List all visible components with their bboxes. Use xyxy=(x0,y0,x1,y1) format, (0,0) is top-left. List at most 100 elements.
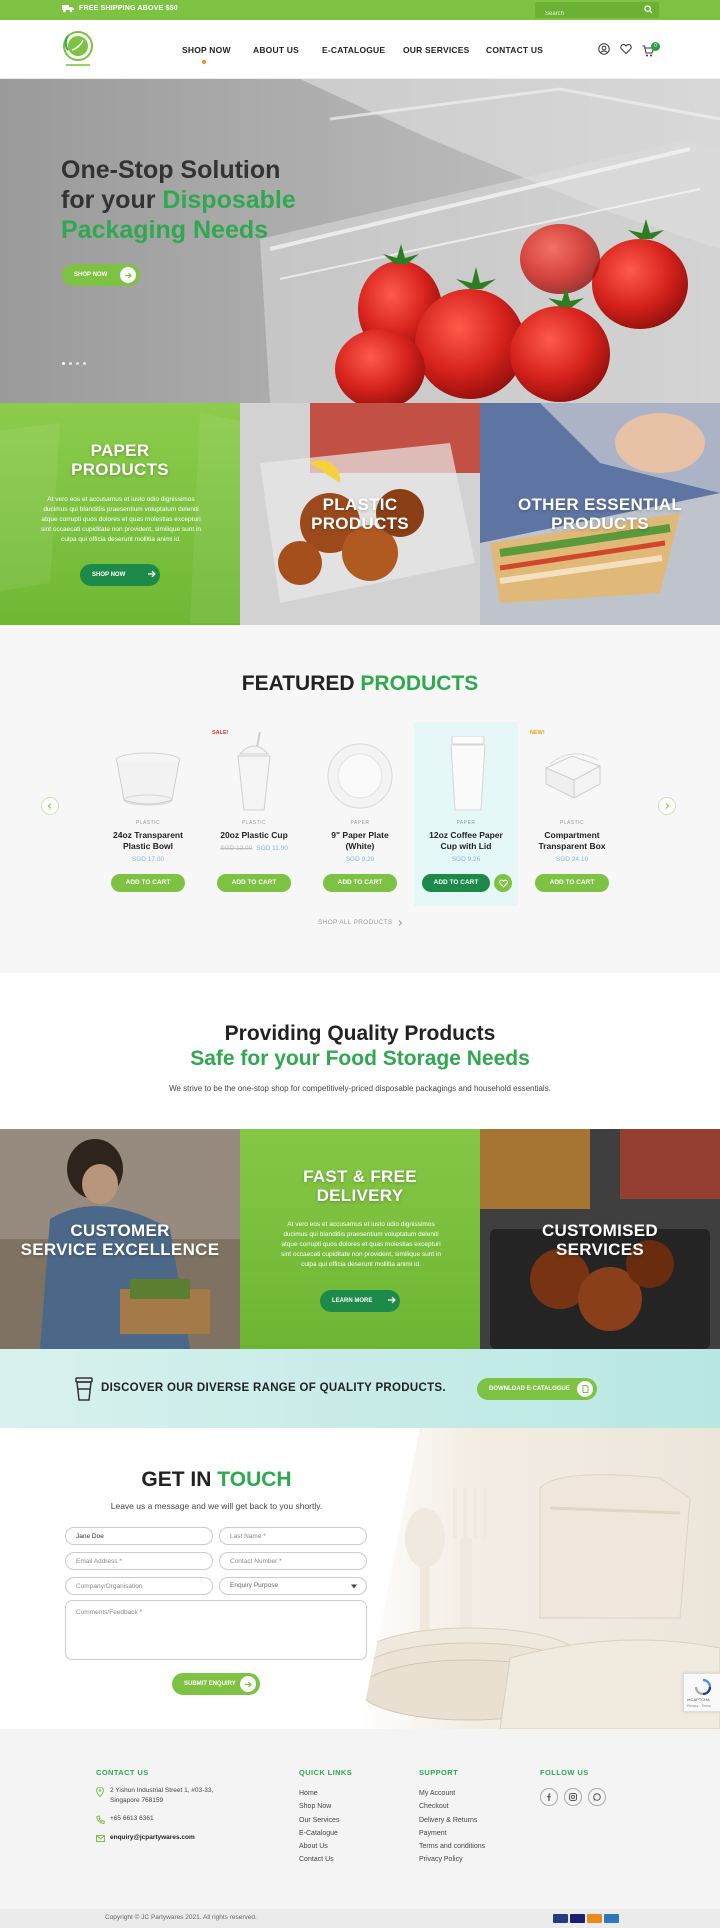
arrow-right-icon xyxy=(388,1296,396,1306)
top-bar: FREE SHIPPING ABOVE $50 xyxy=(0,0,720,22)
hero-headline: One-Stop Solution for your Disposable Pa… xyxy=(61,155,341,245)
user-account-icon[interactable] xyxy=(598,43,610,55)
add-to-wishlist-button[interactable] xyxy=(494,874,512,892)
product-name[interactable]: 20oz Plastic Cup xyxy=(202,830,306,841)
footer-phone[interactable]: +65 6613 6361 xyxy=(110,1812,154,1825)
recaptcha-terms[interactable]: Privacy - Terms xyxy=(687,1704,711,1708)
footer-contact-heading: CONTACT US xyxy=(96,1768,149,1777)
hero-shop-now-button[interactable]: SHOP NOW xyxy=(62,264,140,286)
hero-line-3: Packaging Needs xyxy=(61,216,269,244)
delivery-title-1: FAST & FREE xyxy=(303,1167,417,1186)
whatsapp-button[interactable] xyxy=(588,1788,606,1806)
first-name-field[interactable] xyxy=(65,1527,213,1545)
footer-link-checkout[interactable]: Checkout xyxy=(419,1800,485,1813)
slider-dot[interactable] xyxy=(76,362,79,365)
comments-feedback-field[interactable] xyxy=(65,1600,367,1660)
hero-line-1: One-Stop Solution xyxy=(61,156,281,184)
add-to-cart-button[interactable]: ADD TO CART xyxy=(111,874,185,892)
product-price: SGD 24.10 xyxy=(555,856,589,863)
hero-line-2: for your Disposable xyxy=(61,185,341,215)
contact-number-field[interactable] xyxy=(219,1552,367,1570)
product-card[interactable]: PLASTIC 24oz Transparent Plastic Bowl SGD… xyxy=(96,722,200,902)
instagram-button[interactable] xyxy=(564,1788,582,1806)
footer-email[interactable]: enquiry@jcpartywares.com xyxy=(110,1831,195,1844)
carousel-prev-button[interactable] xyxy=(41,797,59,815)
quality-subtext: We strive to be the one-stop shop for co… xyxy=(169,1084,551,1093)
product-name-line-1: 24oz Transparent xyxy=(113,830,183,840)
recaptcha-label: reCAPTCHA xyxy=(687,1697,710,1702)
footer-link-privacy[interactable]: Privacy Policy xyxy=(419,1853,485,1866)
footer-link-contact-us[interactable]: Contact Us xyxy=(299,1853,339,1866)
service-fast-free-delivery[interactable]: FAST & FREE DELIVERY At vero eos et accus… xyxy=(240,1129,480,1349)
company-field[interactable] xyxy=(65,1577,213,1595)
footer-link-payment[interactable]: Payment xyxy=(419,1827,485,1840)
slider-dot[interactable] xyxy=(83,362,86,365)
paypal-icon xyxy=(553,1914,568,1923)
nav-our-services[interactable]: OUR SERVICES xyxy=(403,45,469,55)
footer-link-shop-now[interactable]: Shop Now xyxy=(299,1800,339,1813)
footer-address-line-2: Singapore 768159 xyxy=(110,1797,164,1804)
amex-icon xyxy=(604,1914,619,1923)
enquiry-purpose-select[interactable]: Enquiry Purpose xyxy=(219,1577,367,1595)
customer-title-2: SERVICE EXCELLENCE xyxy=(20,1240,220,1259)
paper-title-2: PRODUCTS xyxy=(71,460,169,479)
slider-dot[interactable] xyxy=(69,362,72,365)
phone-icon xyxy=(96,1815,105,1824)
chevron-down-icon xyxy=(351,1584,357,1589)
email-field[interactable] xyxy=(65,1552,213,1570)
new-badge: NEW! xyxy=(530,730,545,736)
footer-link-our-services[interactable]: Our Services xyxy=(299,1814,339,1827)
hero-line-2-green: Disposable xyxy=(162,186,296,214)
contact-title-green: TOUCH xyxy=(217,1468,292,1491)
facebook-button[interactable] xyxy=(540,1788,558,1806)
service-customer-excellence[interactable]: CUSTOMER SERVICE EXCELLENCE xyxy=(0,1129,240,1349)
payment-methods xyxy=(553,1914,619,1923)
recaptcha-badge[interactable]: reCAPTCHA Privacy - Terms xyxy=(683,1673,720,1712)
product-card[interactable]: SALE! PLASTIC 20oz Plastic Cup SGD 13.00… xyxy=(202,722,306,902)
slider-dot[interactable] xyxy=(62,362,65,365)
footer-link-my-account[interactable]: My Account xyxy=(419,1787,485,1800)
jc-partywares-logo[interactable] xyxy=(60,30,96,70)
coffee-cup-image xyxy=(450,736,486,811)
service-customised-services[interactable]: CUSTOMISED SERVICES xyxy=(480,1129,720,1349)
footer-link-terms[interactable]: Terms and conditions xyxy=(419,1840,485,1853)
category-plastic-products[interactable]: PLASTIC PRODUCTS xyxy=(240,403,480,625)
submit-enquiry-button[interactable]: SUBMIT ENQUIRY xyxy=(172,1673,260,1695)
last-name-field[interactable] xyxy=(219,1527,367,1545)
product-card[interactable]: NEW! PLASTIC Compartment Transparent Box … xyxy=(520,722,624,902)
category-paper-products[interactable]: PAPER PRODUCTS At vero eos et accusamus e… xyxy=(0,403,240,625)
chevron-left-icon xyxy=(47,803,52,809)
add-to-cart-button[interactable]: ADD TO CART xyxy=(217,874,291,892)
product-name[interactable]: Compartment Transparent Box xyxy=(520,830,624,852)
learn-more-button[interactable]: LEARN MORE xyxy=(320,1290,400,1312)
footer-follow-heading: FOLLOW US xyxy=(540,1768,589,1777)
nav-e-catalogue[interactable]: E-CATALOGUE xyxy=(322,45,385,55)
product-name[interactable]: 12oz Coffee Paper Cup with Lid xyxy=(414,830,518,852)
paper-plate-image xyxy=(327,743,393,809)
wishlist-heart-icon[interactable] xyxy=(620,43,632,55)
footer-link-e-catalogue[interactable]: E-Catalogue xyxy=(299,1827,339,1840)
nav-about-us[interactable]: ABOUT US xyxy=(253,45,299,55)
search-icon[interactable] xyxy=(644,5,653,14)
category-other-essential-products[interactable]: OTHER ESSENTIAL PRODUCTS xyxy=(480,403,720,625)
add-to-cart-button[interactable]: ADD TO CART xyxy=(323,874,397,892)
product-card-hovered[interactable]: PAPER 12oz Coffee Paper Cup with Lid SGD … xyxy=(414,722,518,906)
product-name[interactable]: 9" Paper Plate (White) xyxy=(308,830,412,852)
carousel-next-button[interactable] xyxy=(658,797,676,815)
product-card[interactable]: PAPER 9" Paper Plate (White) SGD 9.20 ADD… xyxy=(308,722,412,902)
footer-support-links: My Account Checkout Delivery & Returns P… xyxy=(419,1787,485,1867)
add-to-cart-button[interactable]: ADD TO CART xyxy=(535,874,609,892)
cup-outline-icon xyxy=(75,1377,93,1401)
product-name[interactable]: 24oz Transparent Plastic Bowl xyxy=(96,830,200,852)
footer-link-home[interactable]: Home xyxy=(299,1787,339,1800)
paper-shop-now-button[interactable]: SHOP NOW xyxy=(80,564,160,586)
footer-link-about-us[interactable]: About Us xyxy=(299,1840,339,1853)
add-to-cart-button[interactable]: ADD TO CART xyxy=(422,874,490,892)
nav-contact-us[interactable]: CONTACT US xyxy=(486,45,543,55)
product-category: PAPER xyxy=(456,820,476,826)
footer-link-delivery-returns[interactable]: Delivery & Returns xyxy=(419,1814,485,1827)
shop-all-products-link[interactable]: SHOP ALL PRODUCTS xyxy=(318,919,403,926)
nav-shop-now[interactable]: SHOP NOW xyxy=(182,45,231,55)
footer-quick-links: Home Shop Now Our Services E-Catalogue A… xyxy=(299,1787,339,1867)
download-e-catalogue-button[interactable]: DOWNLOAD E-CATALOGUE xyxy=(477,1378,597,1400)
